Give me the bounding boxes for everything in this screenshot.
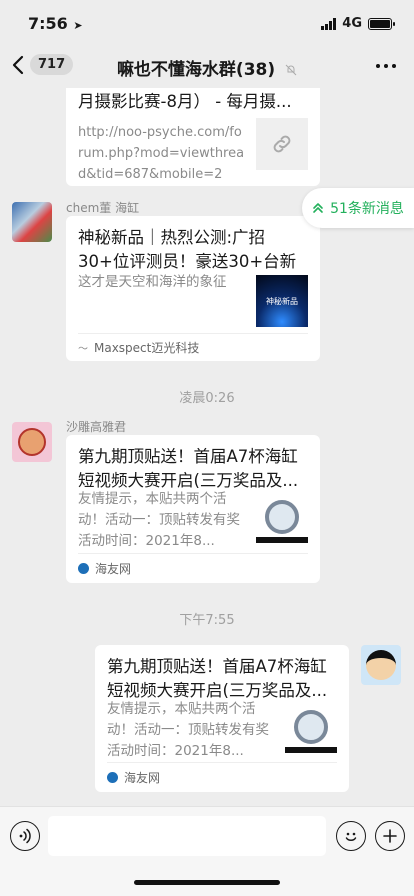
timestamp: 下午7:55 [179,613,235,628]
source-name: 海友网 [95,562,132,576]
card-description: 这才是天空和海洋的象征 [78,274,227,290]
voice-icon [19,828,31,844]
avatar[interactable] [12,202,52,242]
source-name: Maxspect迈光科技 [94,341,200,355]
card-source: 海友网 [78,553,308,583]
emoji-icon [345,832,357,841]
signal-icon [321,17,337,30]
timestamp: 凌晨0:26 [179,391,235,406]
plus-icon [383,829,397,843]
link-card[interactable]: 第九期顶贴送！首届A7杯海缸短视频大赛开启(三万奖品及... 友情提示，本贴共两… [95,645,349,792]
link-card[interactable]: 神秘新品｜热烈公测:广招30+位评测员！豪送30+台新品... 这才是天空和海洋… [66,216,320,361]
chat-header: 717 嘛也不懂海水群(38) [0,46,414,88]
chat-messages[interactable]: 月月摄影比赛-8月） - 每月 月摄影比赛-8月） - 每月摄... http:… [0,88,414,806]
link-card[interactable]: 第九期顶贴送！首届A7杯海缸短视频大赛开启(三万奖品及... 友情提示，本贴共两… [66,435,320,583]
message-input[interactable] [48,816,326,856]
sender-name: chem董 海缸 [66,201,140,215]
card-thumbnail: 神秘新品 [256,275,308,327]
more-dots-icon[interactable] [376,64,396,68]
status-time: 7:56 ➤ [28,14,83,33]
double-up-arrow-icon [313,203,323,213]
status-bar: 7:56 ➤ 4G [0,0,414,46]
new-messages-button[interactable]: 51条新消息 [302,188,414,228]
card-thumbnail [256,491,308,543]
link-icon [273,135,291,153]
card-title: 神秘新品｜热烈公测:广招30+位评测员！豪送30+台新品... [78,228,297,271]
link-card[interactable]: 月月摄影比赛-8月） - 每月 月摄影比赛-8月） - 每月摄... http:… [66,88,320,186]
card-description: 友情提示，本贴共两个活动！活动一：顶贴转发有奖活动时间：2021年8... [107,701,269,759]
link-thumbnail [256,118,308,170]
card-title: 月摄影比赛-8月） - 每月摄... [78,92,292,111]
status-indicators: 4G [321,16,395,31]
thumbnail-text: 神秘新品 [266,296,298,306]
voice-button[interactable] [10,821,40,851]
more-functions-button[interactable] [375,821,405,851]
avatar[interactable] [361,645,401,685]
card-source: 海友网 [107,762,337,792]
card-title: 第九期顶贴送！首届A7杯海缸短视频大赛开启(三万奖品及... [78,447,299,490]
new-messages-label: 51条新消息 [330,201,404,217]
card-title: 第九期顶贴送！首届A7杯海缸短视频大赛开启(三万奖品及... [107,657,328,700]
battery-icon [368,17,395,30]
card-url: http://noo-psyche.com/fo rum.php?mod=vie… [78,125,245,182]
source-name: 海友网 [124,771,161,785]
card-description: 友情提示，本贴共两个活动！活动一：顶贴转发有奖活动时间：2021年8... [78,491,240,549]
source-logo-icon [78,563,89,574]
chat-title: 嘛也不懂海水群(38) [0,55,414,80]
source-logo-icon: 〜 [78,344,88,355]
home-indicator [134,880,280,885]
card-thumbnail [285,701,337,753]
emoji-button[interactable] [336,821,366,851]
card-source: 〜 Maxspect迈光科技 [78,333,308,361]
sender-name: 沙雕高雅君 [66,420,127,434]
network-type: 4G [342,16,362,31]
source-logo-icon [107,772,118,783]
avatar[interactable] [12,422,52,462]
mute-bell-icon [285,64,297,76]
